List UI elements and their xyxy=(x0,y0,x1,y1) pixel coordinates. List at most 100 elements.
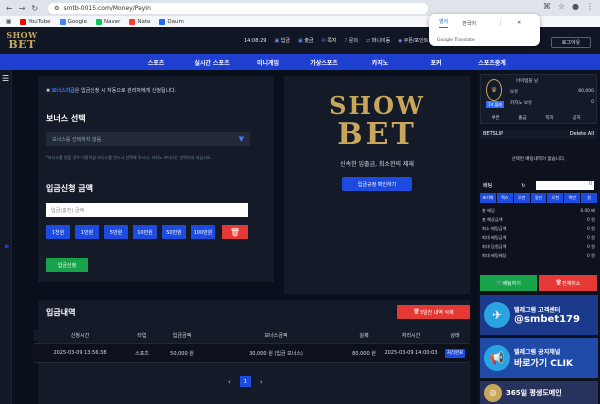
nav-broadcast[interactable]: 스포츠중계 xyxy=(464,58,520,67)
hamburger-icon[interactable]: ☰ xyxy=(2,74,9,83)
util-inquiry[interactable]: ? 문의 xyxy=(345,37,358,44)
betslip-empty: 선택된 배팅내역이 없습니다. xyxy=(480,140,597,178)
promo-tagline: 신속한 입출금, 최소한의 제재 xyxy=(340,161,414,168)
util-deposit[interactable]: ▣ 입금 xyxy=(274,37,290,44)
site-info-icon[interactable]: ⚙ xyxy=(54,5,59,12)
menu-icon[interactable]: ⋮ xyxy=(586,2,594,11)
bet-amount-input[interactable]: 0 xyxy=(536,181,594,190)
translate-lang-korean[interactable]: 한국어 xyxy=(462,20,476,27)
chip-1m[interactable]: 100만원 xyxy=(191,225,215,239)
translate-close-icon[interactable]: ✕ xyxy=(517,20,521,26)
user-name: 아이템플 님 xyxy=(516,79,539,84)
main-nav: 스포츠 실시간 스포츠 미니게임 가상스포츠 카지노 포커 스포츠중계 xyxy=(0,54,600,70)
apps-icon[interactable]: ▦ xyxy=(6,19,11,25)
chip-100k[interactable]: 10만원 xyxy=(133,225,157,239)
site-logo[interactable]: SHOW BET xyxy=(4,31,40,50)
history-table-header: 신청시간 타입 입금금액 보너스금액 실제 처리시간 상태 xyxy=(34,329,470,341)
nav-minigame[interactable]: 미니게임 xyxy=(240,58,296,67)
chip-10k[interactable]: 1만원 xyxy=(75,225,99,239)
bet-quick-buttons: 초기화 맥스 오만 일만 오천 백만 원 xyxy=(480,193,598,203)
nav-casino[interactable]: 카지노 xyxy=(352,58,408,67)
trash-icon[interactable]: 🗑 xyxy=(222,225,248,239)
bookmark-nate[interactable]: Nate xyxy=(129,18,150,25)
cancel-all-button[interactable]: 🗑 전체취소 xyxy=(539,275,597,291)
prev-page-icon[interactable]: ‹ xyxy=(228,378,231,386)
delete-all-button[interactable]: Delete All xyxy=(570,131,594,137)
bonus-select[interactable]: 보너스를 선택하지 않음. ▼ xyxy=(46,132,250,146)
history-title: 입금내역 xyxy=(46,308,76,317)
left-sidebar xyxy=(0,70,12,404)
chip-1k[interactable]: 1천원 xyxy=(46,225,70,239)
megaphone-icon: 📢 xyxy=(484,345,510,371)
quick-withdraw[interactable]: 출금 xyxy=(509,115,536,121)
util-messages[interactable]: ✉ 쪽지 xyxy=(322,37,337,44)
utility-menu: 14:08:29 ▣ 입금 ▣ 출금 ✉ 쪽지 ? 문의 ⇄ 머니이동 ◆ 쿠폰… xyxy=(244,37,428,45)
profile-icon[interactable]: ● xyxy=(572,2,579,11)
logout-button[interactable]: 로그아웃 xyxy=(551,37,591,48)
reload-icon[interactable]: ↻ xyxy=(31,4,38,13)
domain-banner[interactable]: ◎ 365일 평생도메인 xyxy=(480,381,598,404)
pagination: ‹ 1 › xyxy=(228,376,263,387)
address-bar[interactable]: ⚙ smtb-0015.com/Money/PayIn xyxy=(48,2,429,14)
bookmark-google[interactable]: Google xyxy=(59,18,87,25)
amount-title: 입금신청 금액 xyxy=(46,184,93,193)
bookmark-daum[interactable]: Daum xyxy=(159,18,184,25)
translate-icon[interactable]: ⌘ xyxy=(543,2,551,11)
back-icon[interactable]: ← xyxy=(6,4,13,13)
sidebar-expand-icon[interactable]: » xyxy=(4,242,10,252)
telegram-notice-banner[interactable]: 📢 텔레그램 공지채널 바로가기 CLIK xyxy=(480,338,598,378)
quick-coupon[interactable]: 쿠폰 xyxy=(482,115,509,121)
telegram-support-banner[interactable]: ✈ 텔레그램 고객센터 @smbet179 xyxy=(480,295,598,335)
translate-more-icon[interactable]: ⋮ xyxy=(498,20,503,26)
user-casino-money: 카지노 보유 0 xyxy=(510,100,594,106)
promo-logo: SHOW BET xyxy=(329,91,425,152)
status-badge: 처리완료 xyxy=(444,349,466,358)
bonus-title: 보너스 선택 xyxy=(46,114,86,123)
bet-5man[interactable]: 오만 xyxy=(513,193,530,203)
chip-500k[interactable]: 50만원 xyxy=(162,225,186,239)
util-coupon[interactable]: ◆ 쿠폰/포인트 xyxy=(398,37,428,44)
bet-stats: 총 배당 0.00 배 총 예상금액 0 원 최소 배팅금액 0 원 최대 배팅금액 0… xyxy=(482,207,595,258)
translate-footer: Google Translate xyxy=(437,38,475,43)
nav-virtual[interactable]: 가상스포츠 xyxy=(296,58,352,67)
bet-100man[interactable]: 백만 xyxy=(564,193,581,203)
quick-notice[interactable]: 공지 xyxy=(563,115,590,121)
bet-max[interactable]: 맥스 xyxy=(496,193,513,203)
bet-1man[interactable]: 일만 xyxy=(530,193,547,203)
next-page-icon[interactable]: › xyxy=(260,378,263,386)
url-text: smtb-0015.com/Money/PayIn xyxy=(63,4,151,12)
util-withdraw[interactable]: ▣ 출금 xyxy=(298,37,314,44)
bet-reset[interactable]: 초기화 xyxy=(480,193,496,203)
translate-popup: 영어 한국어 ⋮ ✕ Google Translate xyxy=(429,14,540,46)
page-current[interactable]: 1 xyxy=(239,376,251,387)
clock: 14:08:29 xyxy=(244,37,267,44)
util-transfer[interactable]: ⇄ 머니이동 xyxy=(366,37,390,44)
nav-live-sports[interactable]: 실시간 스포츠 xyxy=(184,58,240,67)
table-row: 2025-03-09 13:56:38 스포츠 50,000 원 30,000 … xyxy=(34,343,470,363)
chevron-down-icon: ▼ xyxy=(238,135,244,143)
forward-icon[interactable]: → xyxy=(19,4,26,13)
bonus-hint: *보너스를 원할 경우 이용하실 보너스를 반드시 선택해 주시고, 카지노 보… xyxy=(46,155,212,160)
globe-icon: ◎ xyxy=(484,383,502,402)
quick-message[interactable]: 쪽지 xyxy=(536,115,563,121)
deposit-apply-button[interactable]: 입금신청 xyxy=(46,258,88,272)
user-level: 1V 플레 xyxy=(486,101,504,108)
amount-input[interactable]: 입금(충전) 금액 xyxy=(46,203,248,217)
bookmark-star-icon[interactable]: ☆ xyxy=(558,2,565,11)
delete-history-button[interactable]: 🗑 3일전 내역 삭제 xyxy=(397,305,470,319)
deposit-rule-button[interactable]: 입금규정 확인하기 xyxy=(342,177,412,191)
bet-won[interactable]: 원 xyxy=(581,193,598,203)
translate-lang-english[interactable]: 영어 xyxy=(439,18,449,28)
nav-sports[interactable]: 스포츠 xyxy=(128,58,184,67)
chip-50k[interactable]: 5만원 xyxy=(104,225,128,239)
nav-poker[interactable]: 포커 xyxy=(408,58,464,67)
refresh-icon[interactable]: ↻ xyxy=(521,183,525,189)
bookmark-youtube[interactable]: YouTube xyxy=(20,18,51,25)
user-quick-menu: 쿠폰 출금 쪽지 공지 xyxy=(482,115,590,121)
telegram-icon: ✈ xyxy=(484,302,510,328)
bookmark-naver[interactable]: Naver xyxy=(95,18,120,25)
deposit-panel xyxy=(38,76,274,282)
bet-5chun[interactable]: 오천 xyxy=(547,193,564,203)
place-bet-button[interactable]: 🛒 배팅하기 xyxy=(480,275,537,291)
level-badge-icon: ♛ xyxy=(486,79,502,101)
